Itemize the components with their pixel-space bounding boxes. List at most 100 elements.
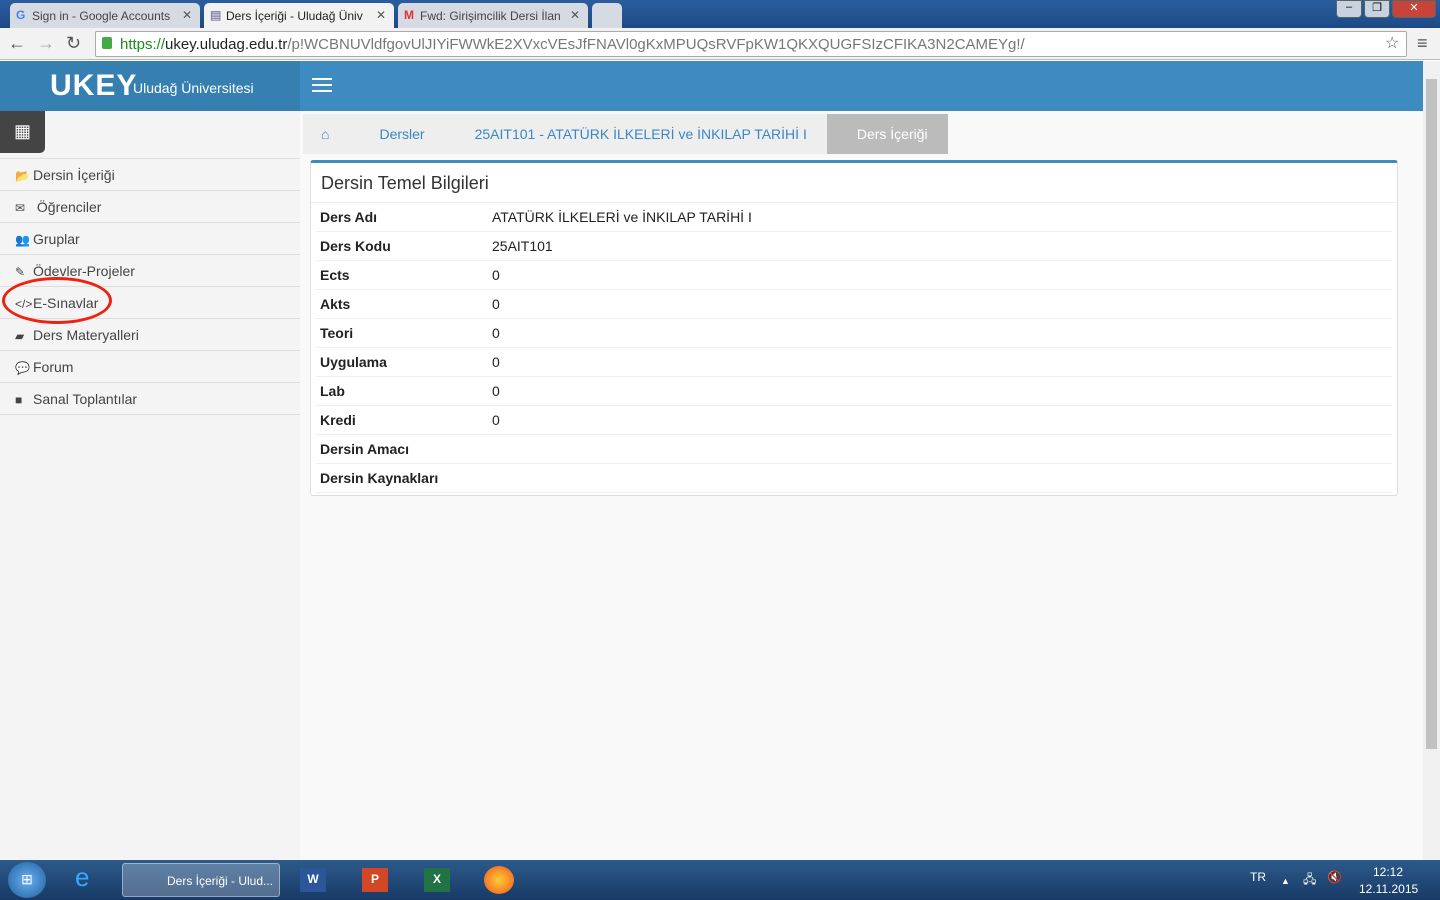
breadcrumb-course[interactable]: 25AIT101 - ATATÜRK İLKELERİ ve İNKILAP T…: [444, 114, 827, 154]
logo[interactable]: UKEY: [50, 69, 137, 103]
info-label: Ders Kodu: [320, 238, 391, 254]
forward-icon[interactable]: →: [37, 33, 55, 54]
show-hidden-icons[interactable]: ▲: [1281, 876, 1290, 886]
url-host: ukey.uludag.edu.tr: [165, 36, 288, 53]
sidebar-item-gruplar[interactable]: 👥 Gruplar: [0, 223, 300, 255]
document-icon: ▤: [210, 8, 222, 22]
app-header: UKEY Uludağ Üniversitesi: [0, 61, 1423, 111]
info-row: Ders Kodu 25AIT101: [316, 232, 1392, 261]
scrollbar[interactable]: [1423, 61, 1440, 860]
start-button[interactable]: ⊞: [8, 862, 46, 898]
sidebar-item-ogrenciler[interactable]: ✉ Öğrenciler: [0, 191, 300, 223]
info-value: 0: [492, 267, 500, 283]
url-input[interactable]: https://ukey.uludag.edu.tr/p!WCBNUVldfgo…: [95, 31, 1407, 57]
clock-time[interactable]: 12:12: [1373, 865, 1403, 879]
info-label: Lab: [320, 383, 345, 399]
hamburger-menu-icon[interactable]: [312, 78, 332, 92]
red-annotation-circle: [2, 277, 112, 324]
info-row: Akts 0: [316, 290, 1392, 319]
taskbar: ⊞ e Ders İçeriği - Ulud... W P X TR ▲ 🖧 …: [0, 860, 1440, 900]
gmail-icon: M: [404, 8, 414, 22]
breadcrumb-current: Ders İçeriği: [826, 114, 948, 154]
info-value: ATATÜRK İLKELERİ ve İNKILAP TARİHİ I: [492, 209, 752, 225]
taskbar-chrome[interactable]: Ders İçeriği - Ulud...: [122, 863, 280, 897]
tab-label: Ders İçeriği - Uludağ Üniv: [226, 9, 363, 23]
label: Ders Materyalleri: [33, 327, 139, 343]
excel-icon[interactable]: X: [424, 868, 450, 892]
folder-open-icon: 📂: [15, 169, 30, 183]
sidebar-item-ders-materyalleri[interactable]: ▰ Ders Materyalleri: [0, 319, 300, 351]
browser-tabstrip: G Sign in - Google Accounts ✕ ▤ Ders İçeriğ…: [0, 0, 1440, 28]
info-label: Dersin Kaynakları: [320, 470, 439, 486]
label: Ders İçeriği - Ulud...: [167, 874, 274, 888]
info-value: 25AIT101: [492, 238, 553, 254]
info-row: Uygulama 0: [316, 348, 1392, 377]
edit-icon: ✎: [15, 265, 26, 279]
video-camera-icon: ■: [15, 393, 23, 407]
minimize-button[interactable]: ‒: [1336, 0, 1362, 18]
tab-label: Sign in - Google Accounts: [32, 9, 171, 23]
language-indicator[interactable]: TR: [1250, 870, 1266, 884]
breadcrumb-dersler[interactable]: Dersler: [349, 114, 445, 154]
menu-icon[interactable]: ≡: [1417, 33, 1428, 54]
maximize-button[interactable]: ❐: [1364, 0, 1390, 18]
sidebar-item-forum[interactable]: 💬 Forum: [0, 351, 300, 383]
home-icon: ⌂: [321, 126, 330, 142]
star-icon[interactable]: ☆: [1385, 33, 1399, 53]
info-row: Kredi 0: [316, 406, 1392, 435]
course-info-panel: Dersin Temel Bilgileri Ders Adı ATATÜRK İ…: [310, 160, 1398, 496]
close-tab-icon[interactable]: ✕: [570, 8, 580, 22]
info-row: Teori 0: [316, 319, 1392, 348]
close-window-button[interactable]: ✕: [1392, 0, 1436, 18]
internet-explorer-icon[interactable]: e: [75, 862, 89, 896]
info-row: Ders Adı ATATÜRK İLKELERİ ve İNKILAP TARİ…: [316, 203, 1392, 232]
info-value: 0: [492, 354, 500, 370]
breadcrumb-home[interactable]: ⌂: [303, 114, 350, 154]
tab-google[interactable]: G Sign in - Google Accounts ✕: [10, 3, 200, 28]
back-icon[interactable]: ←: [8, 33, 26, 54]
info-value: 0: [492, 296, 500, 312]
volume-muted-icon[interactable]: 🔇: [1327, 870, 1342, 884]
network-icon[interactable]: 🖧: [1303, 870, 1316, 891]
tab-gmail[interactable]: M Fwd: Girişimcilik Dersi İlan ✕: [398, 3, 588, 28]
users-icon: 👥: [15, 233, 30, 247]
word-icon[interactable]: W: [300, 868, 326, 892]
close-tab-icon[interactable]: ✕: [182, 8, 192, 22]
label: Sanal Toplantılar: [33, 391, 138, 407]
info-value: 0: [492, 325, 500, 341]
info-label: Kredi: [320, 412, 356, 428]
info-row: Ects 0: [316, 261, 1392, 290]
sidebar-item-sanal-toplantilar[interactable]: ■ Sanal Toplantılar: [0, 383, 300, 415]
powerpoint-icon[interactable]: P: [362, 868, 388, 892]
firefox-icon[interactable]: [484, 866, 514, 894]
info-row: Lab 0: [316, 377, 1392, 406]
clock-date[interactable]: 12.11.2015: [1359, 882, 1418, 896]
info-label: Dersin Amacı: [320, 441, 409, 457]
info-label: Ects: [320, 267, 350, 283]
comments-icon: 💬: [15, 361, 30, 375]
breadcrumb: ⌂ Dersler 25AIT101 - ATATÜRK İLKELERİ ve…: [303, 114, 948, 154]
tab-ders-icerigi[interactable]: ▤ Ders İçeriği - Uludağ Üniv ✕: [204, 3, 394, 28]
info-value: 0: [492, 383, 500, 399]
info-label: Akts: [320, 296, 351, 312]
url-scheme: https://: [120, 36, 166, 53]
label: Dersin İçeriği: [33, 167, 115, 183]
label: Öğrenciler: [36, 199, 102, 215]
close-tab-icon[interactable]: ✕: [376, 8, 386, 22]
url-path: /p!WCBNUVldfgovUlJIYiFWWkE2XVxcVEsJfFNAV…: [287, 36, 1025, 53]
sidebar-item-dersin-icerigi[interactable]: 📂 Dersin İçeriği: [0, 159, 300, 191]
book-icon: ▰: [15, 329, 25, 343]
envelope-icon: ✉: [15, 201, 26, 215]
info-label: Uygulama: [320, 354, 387, 370]
new-tab-button[interactable]: [592, 3, 622, 28]
main-content: ⌂ Dersler 25AIT101 - ATATÜRK İLKELERİ ve…: [300, 111, 1423, 860]
info-label: Ders Adı: [320, 209, 378, 225]
label: Gruplar: [33, 231, 80, 247]
scrollbar-thumb[interactable]: [1426, 79, 1437, 749]
reload-icon[interactable]: ↻: [66, 33, 81, 54]
dashboard-grid-button[interactable]: ▦: [0, 111, 45, 153]
university-name: Uludağ Üniversitesi: [133, 80, 254, 96]
tab-label: Fwd: Girişimcilik Dersi İlan: [420, 9, 561, 23]
info-row: Dersin Amacı: [316, 435, 1392, 464]
panel-title: Dersin Temel Bilgileri: [311, 163, 1397, 203]
